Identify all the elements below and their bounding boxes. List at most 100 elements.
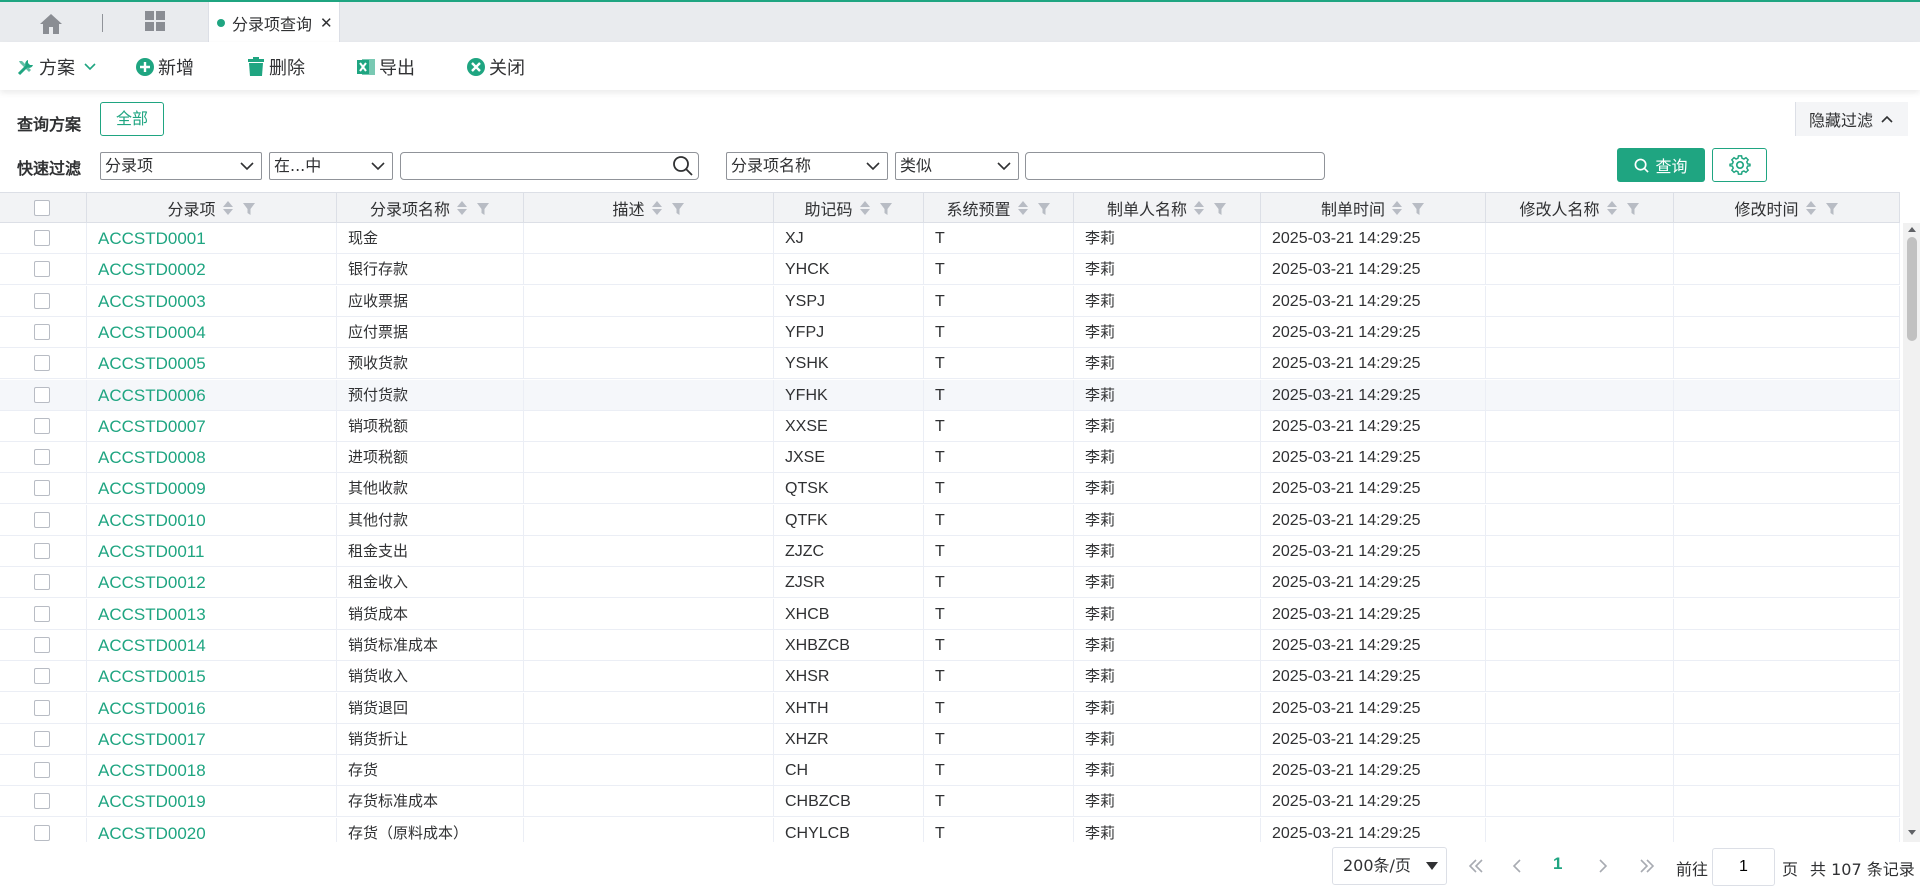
table-row[interactable]: ACCSTD0011 租金支出 ZJZC T 李莉 2025-03-21 14:29:25 [0, 536, 1900, 567]
table-row[interactable]: ACCSTD0009 其他收款 QTSK T 李莉 2025-03-21 14:29:25 [0, 473, 1900, 505]
row-checkbox[interactable] [34, 730, 50, 747]
entry-code-link[interactable]: ACCSTD0008 [87, 442, 337, 474]
sort-icon[interactable] [651, 199, 663, 217]
entry-code-link[interactable]: ACCSTD0007 [87, 410, 337, 442]
add-button[interactable]: 新增 [135, 56, 194, 79]
entry-code-link[interactable]: ACCSTD0019 [87, 786, 337, 818]
table-row[interactable]: ACCSTD0016 销货退回 XHTH T 李莉 2025-03-21 14:29:25 [0, 692, 1900, 724]
column-header[interactable]: 助记码 [774, 193, 924, 223]
row-checkbox[interactable] [34, 762, 50, 779]
table-row[interactable]: ACCSTD0019 存货标准成本 CHBZCB T 李莉 2025-03-21 14:2… [0, 786, 1900, 818]
entry-code-link[interactable]: ACCSTD0014 [87, 629, 337, 661]
entry-code-link[interactable]: ACCSTD0005 [87, 348, 337, 380]
table-row[interactable]: ACCSTD0014 销货标准成本 XHBZCB T 李莉 2025-03-21 14:2… [0, 629, 1900, 661]
grid-icon[interactable] [144, 10, 166, 32]
row-checkbox[interactable] [34, 636, 50, 653]
scroll-up-icon[interactable] [1907, 225, 1917, 233]
page-size-select[interactable]: 200条/页 [1332, 847, 1447, 885]
sort-icon[interactable] [222, 199, 234, 217]
hide-filter-button[interactable]: 隐藏过滤 [1795, 102, 1908, 136]
goto-page-input[interactable] [1712, 848, 1775, 886]
entry-code-link[interactable]: ACCSTD0017 [87, 723, 337, 755]
row-checkbox[interactable] [34, 323, 50, 340]
close-button[interactable]: 关闭 [466, 56, 525, 79]
row-checkbox[interactable] [34, 793, 50, 810]
row-checkbox[interactable] [34, 480, 50, 497]
table-row[interactable]: ACCSTD0020 存货（原料成本） CHYLCB T 李莉 2025-03-21 14… [0, 817, 1900, 842]
scheme-button[interactable]: 方案 [16, 56, 98, 79]
filter-value-input-2[interactable] [1025, 152, 1325, 180]
vertical-scrollbar[interactable] [1903, 223, 1920, 842]
entry-code-link[interactable]: ACCSTD0016 [87, 692, 337, 724]
next-page-icon[interactable] [1597, 858, 1609, 879]
delete-button[interactable]: 删除 [246, 56, 305, 79]
table-row[interactable]: ACCSTD0013 销货成本 XHCB T 李莉 2025-03-21 14:29:25 [0, 598, 1900, 630]
table-row[interactable]: ACCSTD0004 应付票据 YFPJ T 李莉 2025-03-21 14:29:25 [0, 316, 1900, 348]
filter-icon[interactable] [1411, 201, 1425, 215]
filter-icon[interactable] [1626, 201, 1640, 215]
column-header[interactable]: 制单人名称 [1074, 193, 1261, 223]
filter-icon[interactable] [476, 201, 490, 215]
column-header[interactable]: 系统预置 [924, 193, 1074, 223]
column-header[interactable]: 描述 [524, 193, 774, 223]
sort-icon[interactable] [1391, 199, 1403, 217]
column-header[interactable]: 修改时间 [1674, 193, 1900, 223]
table-row[interactable]: ACCSTD0008 进项税额 JXSE T 李莉 2025-03-21 14:29:25 [0, 442, 1900, 474]
table-row[interactable]: ACCSTD0010 其他付款 QTFK T 李莉 2025-03-21 14:29:25 [0, 504, 1900, 536]
filter-field-select-1[interactable]: 分录项 [100, 152, 262, 180]
table-row[interactable]: ACCSTD0012 租金收入 ZJSR T 李莉 2025-03-21 14:29:25 [0, 567, 1900, 599]
row-checkbox[interactable] [34, 574, 50, 591]
filter-operator-select-1[interactable]: 在...中 [269, 152, 393, 180]
table-row[interactable]: ACCSTD0007 销项税额 XXSE T 李莉 2025-03-21 14:29:25 [0, 410, 1900, 442]
current-page[interactable]: 1 [1553, 854, 1562, 874]
row-checkbox[interactable] [34, 261, 50, 278]
filter-icon[interactable] [879, 201, 893, 215]
scroll-down-icon[interactable] [1907, 829, 1917, 837]
sort-icon[interactable] [1606, 199, 1618, 217]
sort-icon[interactable] [1017, 199, 1029, 217]
row-checkbox[interactable] [34, 230, 50, 246]
filter-field-select-2[interactable]: 分录项名称 [726, 152, 888, 180]
filter-icon[interactable] [242, 201, 256, 215]
entry-code-link[interactable]: ACCSTD0013 [87, 598, 337, 630]
sort-icon[interactable] [1805, 199, 1817, 217]
entry-code-link[interactable]: ACCSTD0020 [87, 817, 337, 842]
entry-code-link[interactable]: ACCSTD0002 [87, 254, 337, 286]
table-row[interactable]: ACCSTD0005 预收货款 YSHK T 李莉 2025-03-21 14:29:25 [0, 348, 1900, 380]
first-page-icon[interactable] [1467, 858, 1485, 879]
row-checkbox[interactable] [34, 292, 50, 309]
table-row[interactable]: ACCSTD0002 银行存款 YHCK T 李莉 2025-03-21 14:29:25 [0, 254, 1900, 286]
column-header[interactable]: 分录项 [87, 193, 337, 223]
row-checkbox[interactable] [34, 386, 50, 403]
column-header[interactable]: 修改人名称 [1486, 193, 1674, 223]
table-row[interactable]: ACCSTD0006 预付货款 YFHK T 李莉 2025-03-21 14:29:25 [0, 379, 1900, 411]
table-row[interactable]: ACCSTD0018 存货 CH T 李莉 2025-03-21 14:29:25 [0, 755, 1900, 787]
table-row[interactable]: ACCSTD0017 销货折让 XHZR T 李莉 2025-03-21 14:29:25 [0, 723, 1900, 755]
entry-code-link[interactable]: ACCSTD0006 [87, 379, 337, 411]
entry-code-link[interactable]: ACCSTD0010 [87, 504, 337, 536]
query-button[interactable]: 查询 [1617, 148, 1705, 182]
row-checkbox[interactable] [34, 543, 50, 559]
column-header[interactable]: 制单时间 [1261, 193, 1486, 223]
row-checkbox[interactable] [34, 824, 50, 841]
last-page-icon[interactable] [1638, 858, 1656, 879]
scheme-all-button[interactable]: 全部 [100, 102, 164, 136]
table-row[interactable]: ACCSTD0015 销货收入 XHSR T 李莉 2025-03-21 14:29:25 [0, 661, 1900, 693]
settings-button[interactable] [1712, 148, 1767, 182]
export-button[interactable]: 导出 [356, 56, 415, 79]
row-checkbox[interactable] [34, 605, 50, 622]
column-header[interactable]: 分录项名称 [337, 193, 524, 223]
filter-icon[interactable] [1825, 201, 1839, 215]
entry-code-link[interactable]: ACCSTD0003 [87, 285, 337, 317]
select-all-checkbox[interactable] [34, 200, 50, 216]
entry-code-link[interactable]: ACCSTD0018 [87, 755, 337, 787]
entry-code-link[interactable]: ACCSTD0015 [87, 661, 337, 693]
entry-code-link[interactable]: ACCSTD0009 [87, 473, 337, 505]
row-checkbox[interactable] [34, 668, 50, 685]
filter-icon[interactable] [671, 201, 685, 215]
row-checkbox[interactable] [34, 511, 50, 528]
row-checkbox[interactable] [34, 355, 50, 372]
close-icon[interactable]: ✕ [320, 15, 333, 31]
filter-icon[interactable] [1213, 201, 1227, 215]
home-icon[interactable] [38, 12, 64, 36]
